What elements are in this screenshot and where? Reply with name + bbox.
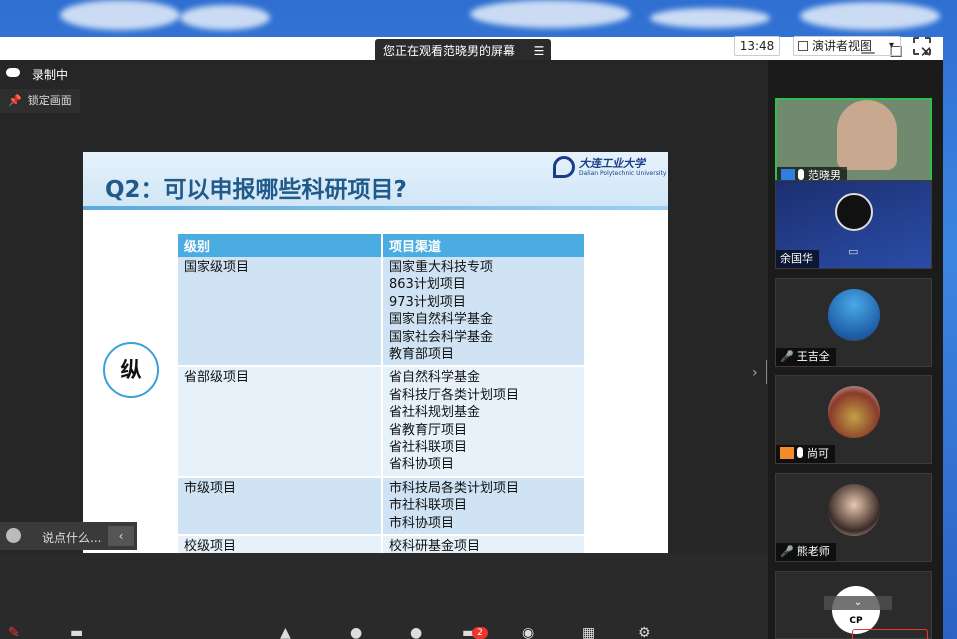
slide-header: Q2：可以申报哪些科研项目? 大连工业大学 Dalian Polytechnic… <box>83 152 668 210</box>
mic-icon <box>798 169 804 180</box>
channel-item: 省自然科学基金 <box>389 370 481 386</box>
projects-table: 级别 项目渠道 国家级项目 国家重大科技专项 863计划项目 973计划项目国家自然科… <box>178 234 586 560</box>
apps-icon[interactable]: ▦ <box>582 625 595 639</box>
avatar <box>828 386 880 438</box>
lock-screen-button[interactable]: 📌 锁定画面 <box>0 89 80 113</box>
participant-name: 王吉全 <box>796 350 830 363</box>
participant-name: 余国华 <box>776 250 819 268</box>
camera-off-icon: ▭ <box>848 245 859 258</box>
channel-cell: 市科技局各类计划项目 市社科联项目 市科协项目 <box>382 476 586 537</box>
channel-item: 省科技厅各类计划项目 <box>389 387 520 403</box>
avatar <box>828 289 880 341</box>
participant-name-bar: 🎤 王吉全 <box>776 348 836 366</box>
table-row: 省部级项目 省自然科学基金 省科技厅各类计划项目 省社科规划基金 省教育厅项目 省社科联项… <box>178 366 586 478</box>
channel-item: 国家重大科技专项 <box>389 260 494 275</box>
cloud-icon <box>6 68 20 77</box>
table-row: 市级项目 市科技局各类计划项目 市社科联项目 市科协项目 <box>178 476 586 537</box>
category-badge: 纵 <box>103 342 159 398</box>
grid-icon <box>798 41 808 51</box>
chevron-down-icon[interactable]: ⌄ <box>824 596 892 610</box>
sharing-text: 您正在观看范晓男的屏幕 <box>383 44 516 58</box>
camera-icon[interactable]: ▬ <box>70 625 83 639</box>
channel-item: 国家社会科学基金 <box>389 329 494 345</box>
mic-muted-icon: 🎤 <box>780 545 794 558</box>
level-cell: 国家级项目 <box>178 257 383 368</box>
participant-tile[interactable]: 🎤 王吉全 <box>775 278 932 367</box>
leave-button[interactable] <box>852 629 928 639</box>
emoji-icon[interactable] <box>6 528 21 543</box>
mic-muted-icon: 🎤 <box>780 350 794 363</box>
presentation-slide: Q2：可以申报哪些科研项目? 大连工业大学 Dalian Polytechnic… <box>83 152 668 590</box>
participant-name-bar: 尚可 <box>776 445 835 463</box>
obs-icon <box>835 193 873 231</box>
level-cell: 市级项目 <box>178 476 383 537</box>
record-icon[interactable]: ◉ <box>522 625 534 639</box>
participant-name: 熊老师 <box>796 545 830 558</box>
expand-arrow-icon[interactable]: › <box>752 365 758 381</box>
avatar: CP <box>832 586 880 634</box>
share-icon[interactable]: ▲ <box>280 625 291 639</box>
channel-cell: 国家重大科技专项 863计划项目 973计划项目国家自然科学基金 国家社会科学基金 教育… <box>382 257 586 368</box>
channel-item: 863计划项目 <box>389 277 466 293</box>
bottom-controls: ✎ ▬ ▲ ● ● ▬ 2 ◉ ▦ ⚙ <box>0 553 928 639</box>
participant-name: 尚可 <box>807 447 829 460</box>
mic-icon <box>797 447 803 458</box>
pin-icon: 📌 <box>8 94 22 107</box>
video-feed <box>837 100 897 170</box>
chat-input[interactable]: 说点什么... <box>42 529 101 546</box>
participant-tile[interactable]: ▭ 余国华 <box>775 180 932 269</box>
logo-cn: 大连工业大学 <box>579 157 645 170</box>
recording-status: 录制中 <box>0 62 80 88</box>
recording-label: 录制中 <box>32 68 69 82</box>
sharing-banner[interactable]: 您正在观看范晓男的屏幕 ☰ <box>375 39 551 62</box>
level-cell: 省部级项目 <box>178 366 383 478</box>
invite-icon[interactable]: ● <box>410 625 422 639</box>
channel-item: 市科技局各类计划项目 <box>389 480 520 496</box>
fullscreen-icon[interactable] <box>913 37 931 55</box>
chat-bar[interactable]: 说点什么... ‹ <box>0 522 137 550</box>
university-logo: 大连工业大学 Dalian Polytechnic University <box>553 154 667 182</box>
mic-icon[interactable]: ✎ <box>8 625 20 639</box>
channel-item: 省科协项目 <box>389 457 455 473</box>
avatar <box>828 484 880 536</box>
participant-tile[interactable]: 尚可 <box>775 375 932 464</box>
channel-item: 省教育厅项目 <box>389 422 468 438</box>
table-header: 项目渠道 <box>382 234 586 257</box>
slide-title: Q2：可以申报哪些科研项目? <box>105 177 407 203</box>
channel-item: 省社科联项目 <box>389 440 468 456</box>
channel-item: 973计划项目 <box>389 294 466 310</box>
view-label: 演讲者视图 <box>812 39 873 53</box>
channel-item: 省社科规划基金 <box>389 405 481 421</box>
chat-count-badge: 2 <box>472 627 488 639</box>
view-switch-button[interactable]: 演讲者视图 ▾ <box>793 36 901 56</box>
channel-item: 市科协项目 <box>389 515 455 531</box>
channel-item: 市社科联项目 <box>389 498 468 514</box>
participant-tile[interactable]: 🎤 熊老师 <box>775 473 932 562</box>
participant-gallery: 范晓男 ▭ 余国华 🎤 王吉全 尚可 🎤 熊老师 CP ⌄ <box>768 60 943 639</box>
logo-en: Dalian Polytechnic University <box>579 170 667 177</box>
settings-icon[interactable]: ⚙ <box>638 625 651 639</box>
participant-name-bar: 🎤 熊老师 <box>776 543 836 561</box>
collapse-icon[interactable]: ‹ <box>108 526 134 546</box>
participants-icon[interactable]: ● <box>350 625 362 639</box>
menu-icon[interactable]: ☰ <box>527 44 551 58</box>
lock-label: 锁定画面 <box>27 94 72 107</box>
meeting-clock: 13:48 <box>734 36 780 56</box>
channel-item: 国家自然科学基金 <box>389 312 494 328</box>
chevron-down-icon: ▾ <box>888 40 894 51</box>
user-icon <box>780 447 794 459</box>
channel-cell: 省自然科学基金 省科技厅各类计划项目 省社科规划基金 省教育厅项目 省社科联项目 省科协项… <box>382 366 586 478</box>
table-header: 级别 <box>178 234 383 257</box>
participant-tile[interactable]: 范晓男 <box>775 98 932 187</box>
channel-item: 教育部项目 <box>389 347 455 363</box>
table-row: 国家级项目 国家重大科技专项 863计划项目 973计划项目国家自然科学基金 国家社会科… <box>178 257 586 368</box>
